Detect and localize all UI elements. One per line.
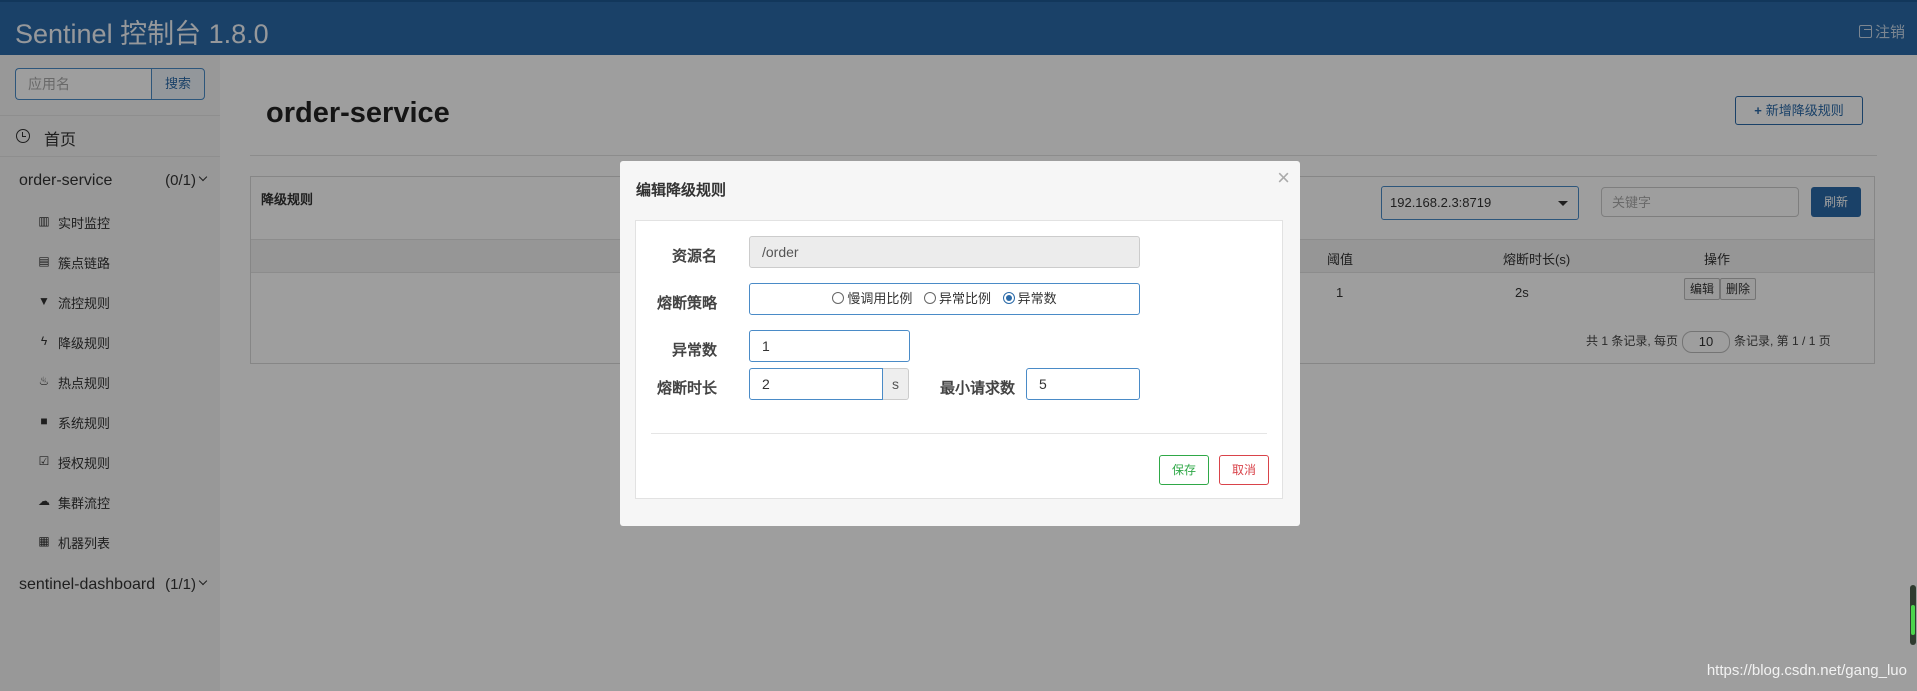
min-request-input[interactable]: 5 — [1026, 368, 1140, 400]
strategy-label: 熔断策略 — [657, 295, 718, 312]
duration-input[interactable]: 2 — [749, 368, 883, 400]
strategy-option-slow-ratio[interactable]: 慢调用比例 — [832, 284, 912, 314]
edit-degrade-rule-dialog: 编辑降级规则 × 资源名 /order 熔断策略 慢调用比例 异常比例 异常数 … — [620, 161, 1300, 526]
strategy-option-label: 异常数 — [1017, 291, 1057, 306]
exception-count-input[interactable]: 1 — [749, 330, 910, 362]
dialog-title: 编辑降级规则 — [636, 182, 727, 199]
radio-checked-icon — [1002, 292, 1015, 304]
strategy-option-exception-count[interactable]: 异常数 — [1002, 284, 1057, 314]
strategy-option-exception-ratio[interactable]: 异常比例 — [923, 284, 991, 314]
strategy-option-label: 异常比例 — [938, 291, 991, 306]
strategy-option-label: 慢调用比例 — [847, 291, 913, 306]
cancel-button[interactable]: 取消 — [1219, 455, 1269, 485]
scrollbar[interactable] — [1910, 585, 1916, 645]
radio-icon — [923, 292, 936, 304]
strategy-radio-group: 慢调用比例 异常比例 异常数 — [749, 283, 1140, 315]
watermark: https://blog.csdn.net/gang_luo — [1706, 662, 1907, 679]
resource-name-field: /order — [749, 236, 1140, 268]
save-button[interactable]: 保存 — [1159, 455, 1209, 485]
strategy-options: 慢调用比例 异常比例 异常数 — [750, 284, 1139, 314]
duration-unit: s — [883, 368, 909, 400]
form-divider — [651, 433, 1267, 434]
close-icon[interactable]: × — [1277, 167, 1290, 189]
resource-name-label: 资源名 — [672, 248, 718, 265]
exception-count-label: 异常数 — [672, 342, 718, 359]
duration-label: 熔断时长 — [657, 380, 718, 397]
min-request-label: 最小请求数 — [940, 380, 1016, 397]
radio-icon — [832, 292, 845, 304]
dialog-form: 资源名 /order 熔断策略 慢调用比例 异常比例 异常数 异常数 1 熔断时… — [635, 220, 1283, 499]
